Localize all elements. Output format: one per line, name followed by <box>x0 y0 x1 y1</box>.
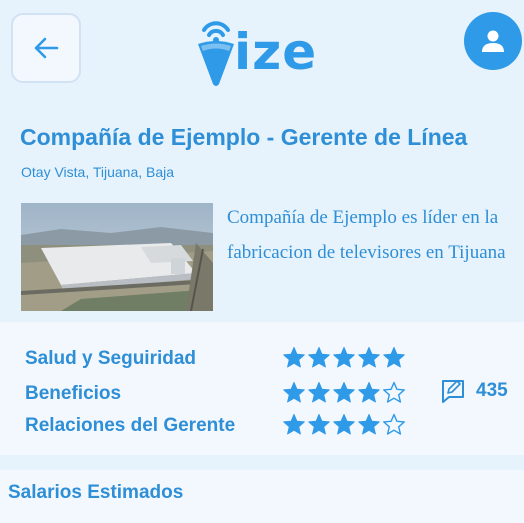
star-filled-icon <box>308 347 330 368</box>
rating-row-beneficios: Beneficios <box>0 381 420 411</box>
star-filled-icon <box>308 414 330 435</box>
user-profile-button[interactable] <box>464 12 522 70</box>
reviews-link[interactable]: 435 <box>440 378 508 404</box>
star-empty-icon <box>383 381 405 403</box>
star-filled-icon <box>333 347 355 368</box>
rating-label: Relaciones del Gerente <box>25 415 236 436</box>
star-filled-icon <box>358 347 380 368</box>
vize-logo: ize <box>194 14 317 90</box>
star-filled-icon <box>308 382 330 403</box>
rating-label: Beneficios <box>25 383 122 404</box>
arrow-left-icon <box>34 37 59 59</box>
star-filled-icon <box>333 382 355 403</box>
factory-aerial-image <box>21 203 213 311</box>
star-filled-icon <box>283 414 305 435</box>
star-rating <box>282 346 406 370</box>
ratings-panel: Salud y Seguiridad Beneficios Relaciones… <box>0 322 524 455</box>
salaries-panel[interactable]: Salarios Estimados <box>0 470 524 523</box>
company-description: Compañía de Ejemplo es líder en la fabri… <box>227 207 506 263</box>
rating-row-relaciones: Relaciones del Gerente <box>0 413 420 443</box>
star-rating <box>282 381 406 405</box>
company-photo <box>21 203 213 311</box>
edit-review-icon <box>442 380 464 403</box>
salaries-title: Salarios Estimados <box>8 482 184 503</box>
job-location: Otay Vista, Tijuana, Baja <box>21 164 175 180</box>
star-filled-icon <box>283 382 305 403</box>
reviews-count: 435 <box>476 380 508 401</box>
star-filled-icon <box>283 347 305 368</box>
rating-row-salud: Salud y Seguiridad <box>0 346 420 376</box>
star-filled-icon <box>383 347 405 368</box>
vize-logo-mark <box>198 21 234 86</box>
star-filled-icon <box>358 382 380 403</box>
job-title: Compañía de Ejemplo - Gerente de Línea <box>20 124 468 150</box>
back-button[interactable] <box>11 13 81 83</box>
star-filled-icon <box>333 414 355 435</box>
user-icon <box>482 30 504 52</box>
rating-label: Salud y Seguiridad <box>25 348 197 369</box>
logo-text: ize <box>234 23 318 81</box>
star-empty-icon <box>383 413 405 435</box>
header: ize <box>0 0 524 110</box>
star-filled-icon <box>358 414 380 435</box>
star-rating <box>282 413 406 437</box>
